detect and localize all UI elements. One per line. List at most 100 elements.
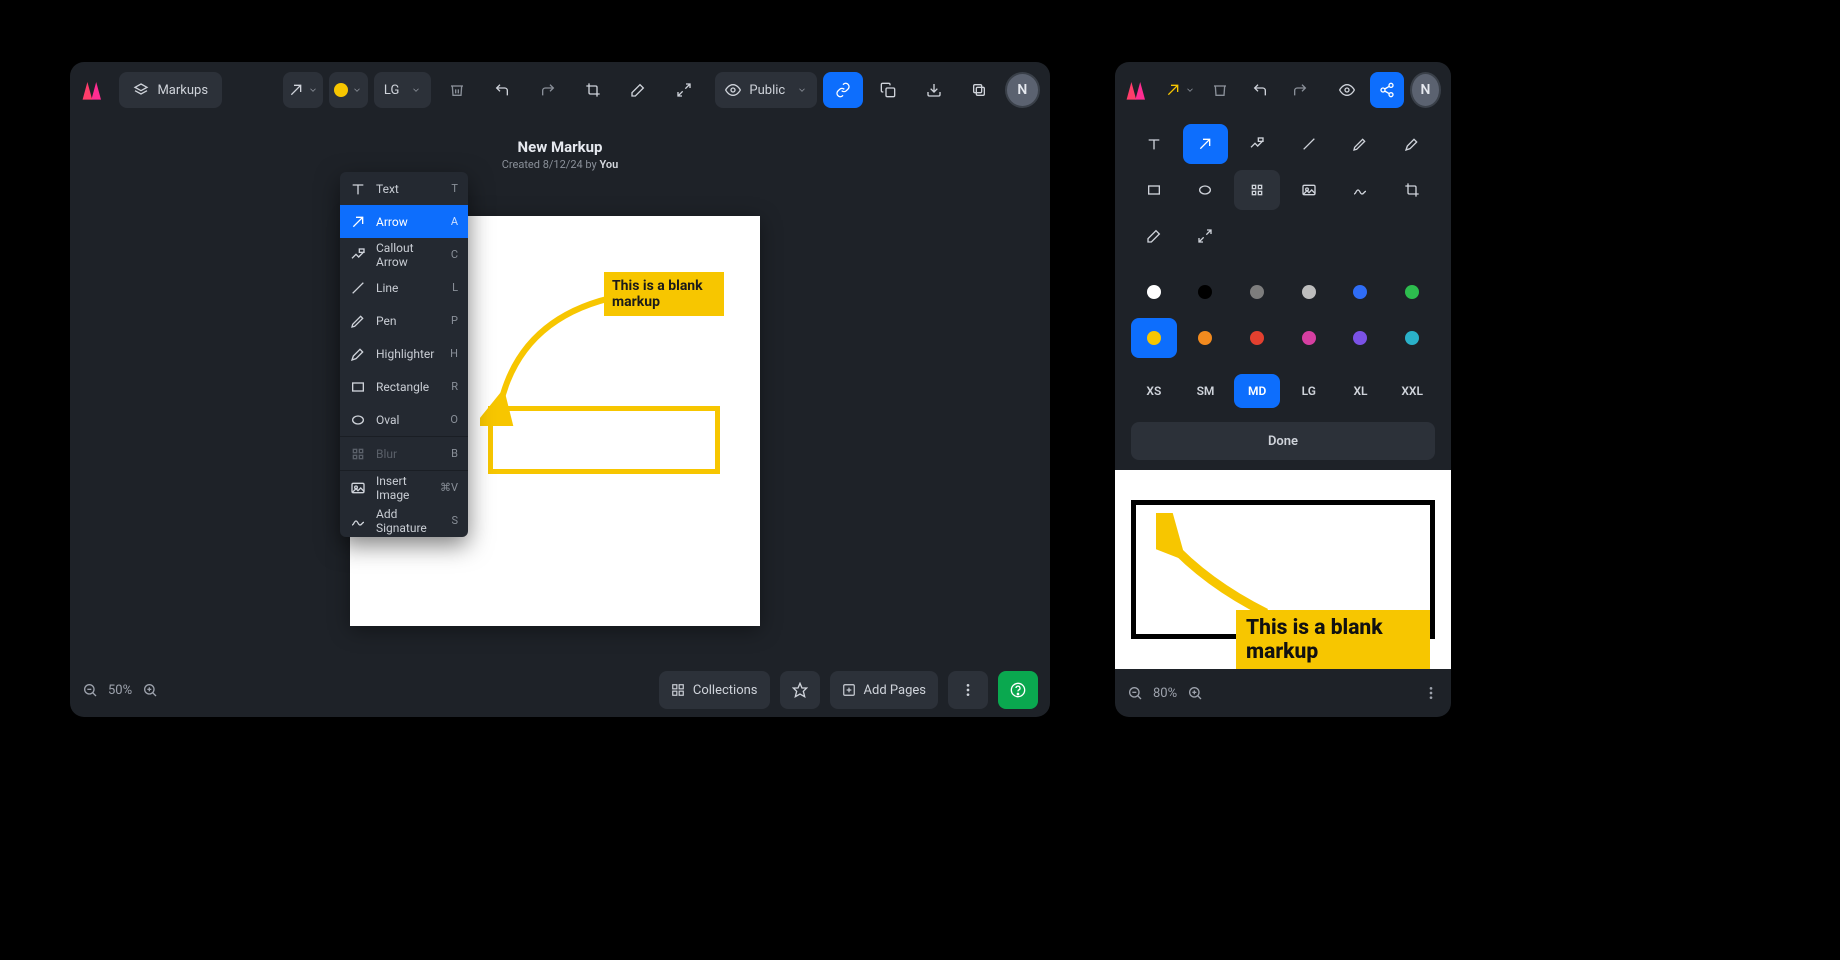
mobile-color-grid [1131,272,1435,358]
favorite-button[interactable] [780,671,820,709]
link-button[interactable] [823,72,862,108]
tool-option-text[interactable]: TextT [340,172,468,205]
copy-button[interactable] [869,72,908,108]
mobile-done-button[interactable]: Done [1131,422,1435,460]
mobile-color-swatch[interactable] [1338,318,1384,358]
tool-option-line[interactable]: LineL [340,271,468,304]
mobile-tool-oval[interactable] [1183,170,1229,210]
tool-option-insert-image[interactable]: Insert Image⌘V [340,471,468,504]
mobile-tool-line[interactable] [1286,124,1332,164]
desktop-canvas-area[interactable]: New Markup Created 8/12/24 by You This i… [70,118,1050,663]
share-icon [1379,82,1395,98]
tool-option-arrow[interactable]: ArrowA [340,205,468,238]
magic-icon [630,82,646,98]
redo-button[interactable] [528,72,567,108]
mobile-share-button[interactable] [1370,72,1404,108]
annotation-callout[interactable]: This is a blank markup [1236,610,1430,669]
mobile-preview-button[interactable] [1330,72,1364,108]
mobile-tool-insert-image[interactable] [1286,170,1332,210]
tool-option-highlighter[interactable]: HighlighterH [340,337,468,370]
arrow-icon [1197,136,1213,152]
mobile-tool-blur[interactable] [1234,170,1280,210]
collections-button[interactable]: Collections [659,671,770,709]
help-button[interactable] [998,671,1038,709]
mobile-color-swatch[interactable] [1338,272,1384,312]
mobile-tool-expand[interactable] [1183,216,1229,256]
mobile-size-md[interactable]: MD [1234,374,1280,408]
more-icon [960,682,976,698]
mobile-tool-highlighter[interactable] [1389,124,1435,164]
mobile-color-swatch[interactable] [1234,272,1280,312]
annotation-callout[interactable]: This is a blank markup [604,272,724,316]
user-avatar[interactable]: N [1005,72,1040,108]
mobile-size-sm[interactable]: SM [1183,374,1229,408]
mobile-color-swatch[interactable] [1131,272,1177,312]
mobile-size-row: XSSMMDLGXLXXL [1131,374,1435,408]
tool-option-pen[interactable]: PenP [340,304,468,337]
mobile-size-xl[interactable]: XL [1338,374,1384,408]
mobile-delete-button[interactable] [1203,72,1237,108]
color-picker-button[interactable] [329,72,368,108]
zoom-out-button[interactable] [1127,685,1143,701]
download-button[interactable] [914,72,953,108]
mobile-size-xs[interactable]: XS [1131,374,1177,408]
mobile-tool-row-1 [1131,124,1435,164]
mobile-tool-magic[interactable] [1131,216,1177,256]
tool-option-signature[interactable]: Add SignatureS [340,504,468,537]
mobile-canvas[interactable]: This is a blank markup [1115,470,1451,669]
tool-option-oval[interactable]: OvalO [340,403,468,436]
mobile-tool-crop[interactable] [1389,170,1435,210]
mobile-user-avatar[interactable]: N [1410,72,1441,108]
mobile-redo-button[interactable] [1283,72,1317,108]
crop-button[interactable] [573,72,612,108]
size-picker-button[interactable]: LG [374,72,431,108]
trash-icon [449,82,465,98]
mobile-tool-panel: XSSMMDLGXLXXL Done [1115,118,1451,470]
tool-option-shortcut: R [451,380,458,393]
delete-button[interactable] [437,72,476,108]
mobile-color-swatch[interactable] [1389,272,1435,312]
mobile-color-swatch[interactable] [1183,318,1229,358]
mobile-color-swatch[interactable] [1131,318,1177,358]
undo-button[interactable] [483,72,522,108]
mobile-tool-rectangle[interactable] [1131,170,1177,210]
mobile-tool-picker-button[interactable] [1163,72,1197,108]
tool-option-rectangle[interactable]: RectangleR [340,370,468,403]
tool-picker-button[interactable] [283,72,322,108]
mobile-tool-signature[interactable] [1338,170,1384,210]
add-pages-button[interactable]: Add Pages [830,671,938,709]
duplicate-button[interactable] [959,72,998,108]
visibility-button[interactable]: Public [715,72,817,108]
mobile-tool-pen[interactable] [1338,124,1384,164]
tool-option-shortcut: B [451,447,458,460]
zoom-in-button[interactable] [1187,685,1203,701]
eye-icon [725,82,741,98]
mobile-tool-text[interactable] [1131,124,1177,164]
mobile-color-swatch[interactable] [1389,318,1435,358]
mobile-undo-button[interactable] [1243,72,1277,108]
mobile-tool-callout-arrow[interactable] [1234,124,1280,164]
mobile-size-lg[interactable]: LG [1286,374,1332,408]
more-button[interactable] [948,671,988,709]
annotation-rectangle[interactable] [488,406,720,474]
markups-button[interactable]: Markups [119,72,222,108]
highlighter-icon [1404,136,1420,152]
mobile-more-button[interactable] [1423,685,1439,701]
color-dot [1302,331,1316,345]
mobile-color-swatch[interactable] [1183,272,1229,312]
mobile-tool-arrow[interactable] [1183,124,1229,164]
crop-icon [1404,182,1420,198]
mobile-color-swatch[interactable] [1234,318,1280,358]
oval-icon [1197,182,1213,198]
zoom-out-button[interactable] [82,682,98,698]
mobile-size-xxl[interactable]: XXL [1389,374,1435,408]
color-dot [1147,331,1161,345]
tool-option-shortcut: T [451,182,458,195]
magic-button[interactable] [619,72,658,108]
mobile-color-swatch[interactable] [1286,272,1332,312]
mobile-color-swatch[interactable] [1286,318,1332,358]
help-icon [1010,682,1026,698]
tool-option-callout-arrow[interactable]: Callout ArrowC [340,238,468,271]
expand-button[interactable] [664,72,703,108]
zoom-in-button[interactable] [142,682,158,698]
